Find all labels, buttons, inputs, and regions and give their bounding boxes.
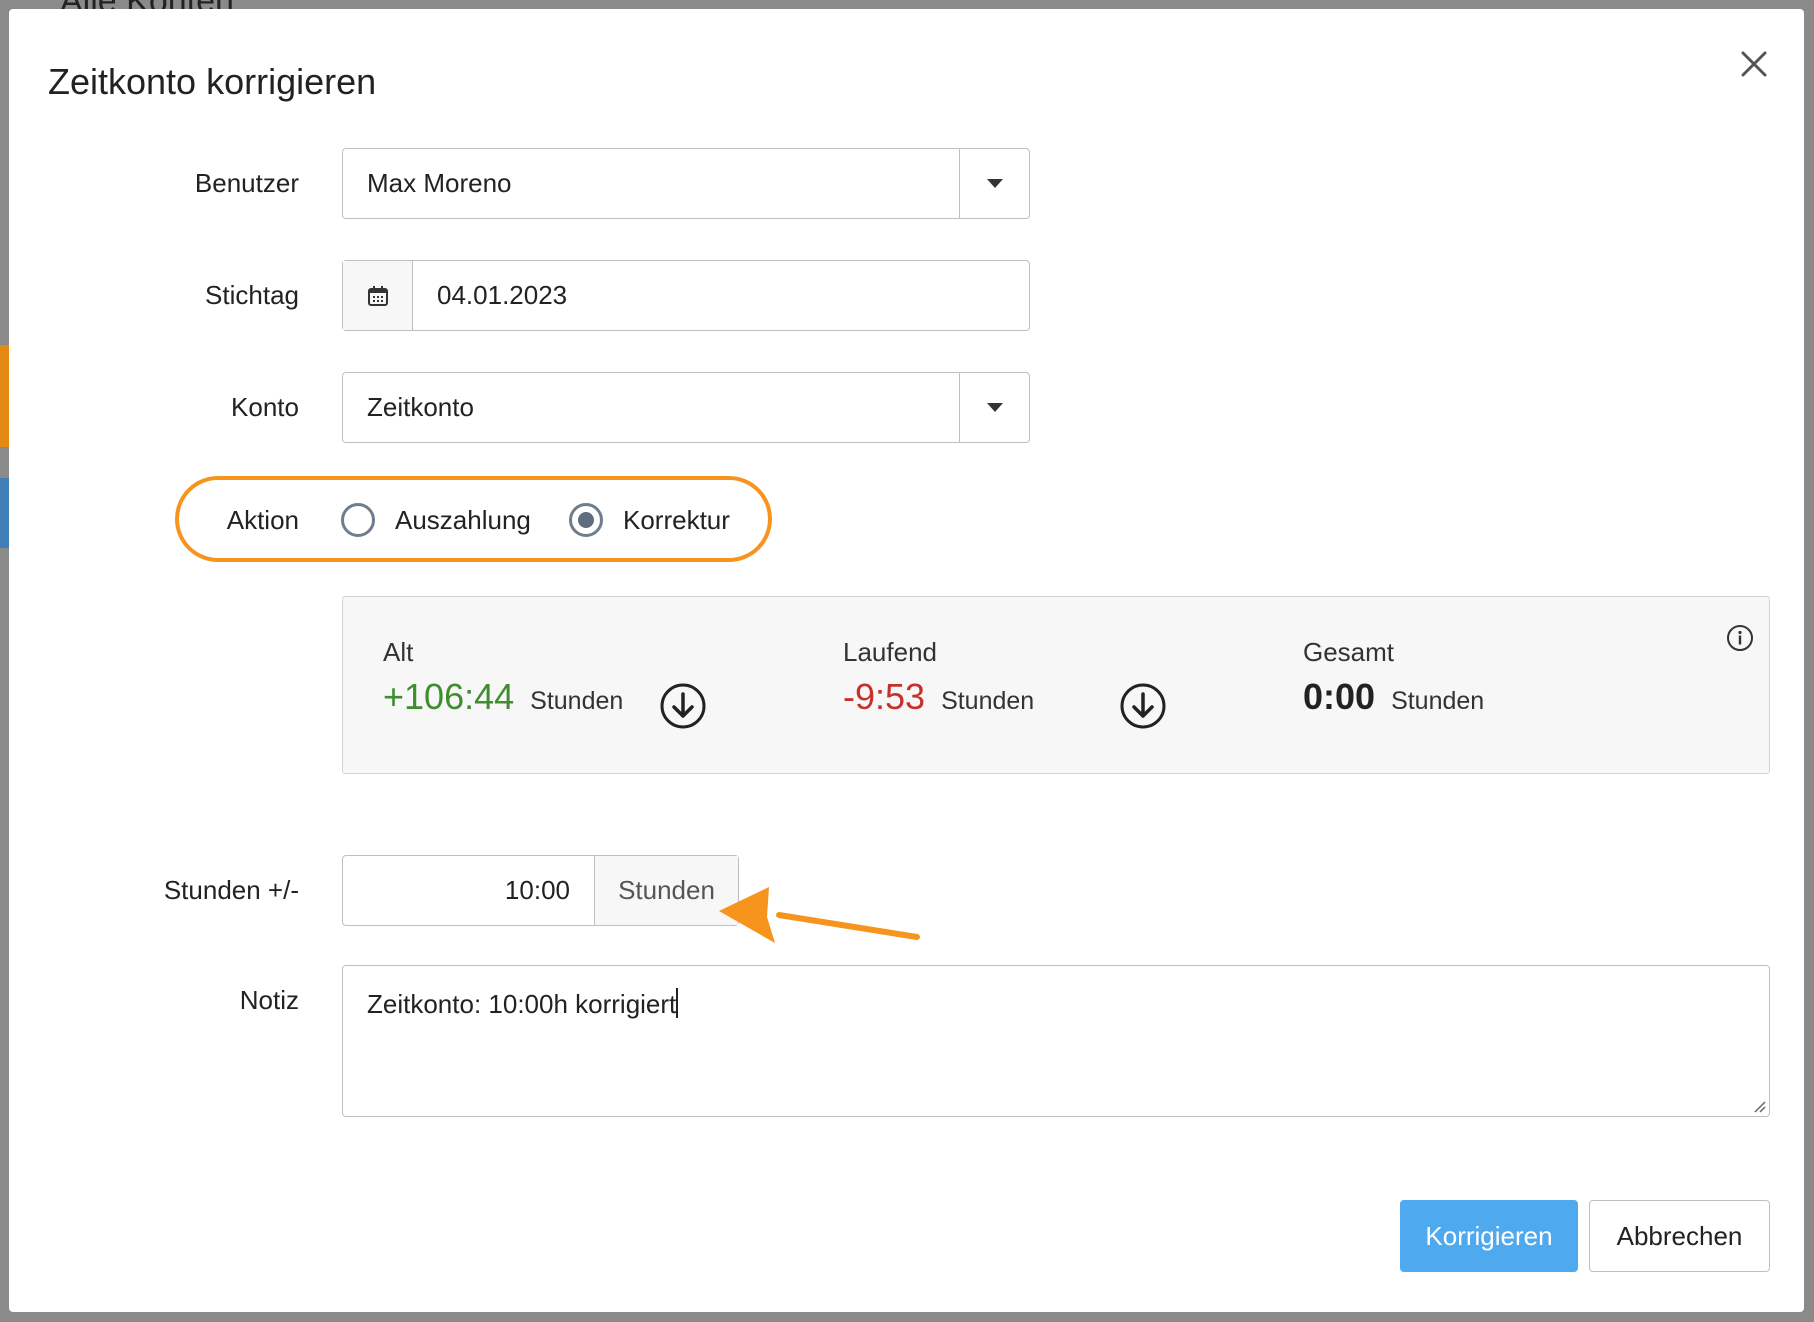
caret-down-icon <box>986 178 1003 188</box>
radio-auszahlung-control[interactable] <box>341 503 375 537</box>
summary-total-label: Gesamt <box>1303 637 1395 667</box>
summary-old-value: +106:44 <box>383 676 515 717</box>
info-icon[interactable] <box>1726 624 1754 652</box>
user-select[interactable]: Max Moreno <box>342 148 1030 219</box>
arrow-down-circle-icon <box>660 683 706 729</box>
correction-dialog: Zeitkonto korrigieren Benutzer Max Moren… <box>9 9 1804 1312</box>
summary-old-label: Alt <box>383 637 414 667</box>
caret-down-icon <box>986 402 1003 412</box>
summary-current-value: -9:53 <box>843 676 926 717</box>
hours-input[interactable]: 10:00 <box>343 856 595 925</box>
summary-current-unit: Stunden <box>941 687 1035 715</box>
summary-total: Gesamt 0:00 Stunden <box>1303 637 1484 718</box>
summary-old: Alt +106:44 Stunden <box>383 637 623 718</box>
hours-label: Stunden +/- <box>163 875 299 905</box>
annotation-arrow-icon <box>719 887 920 943</box>
text-cursor <box>676 988 679 1018</box>
balance-summary: Alt +106:44 Stunden Laufend -9:53 Stunde… <box>342 596 1770 774</box>
account-label: Konto <box>231 392 299 422</box>
summary-old-unit: Stunden <box>530 687 624 715</box>
dialog-title: Zeitkonto korrigieren <box>48 61 377 102</box>
date-value[interactable]: 04.01.2023 <box>413 280 567 311</box>
cancel-button[interactable]: Abbrechen <box>1589 1200 1770 1272</box>
user-select-value: Max Moreno <box>367 168 512 198</box>
user-label: Benutzer <box>194 168 299 198</box>
account-select-value: Zeitkonto <box>367 392 474 422</box>
hours-field[interactable]: 10:00 Stunden <box>342 855 739 926</box>
summary-current-label: Laufend <box>843 637 937 667</box>
summary-current: Laufend -9:53 Stunden <box>843 637 1034 718</box>
summary-total-unit: Stunden <box>1391 687 1485 715</box>
note-text: Zeitkonto: 10:00h korrigiert <box>367 989 677 1019</box>
user-select-toggle[interactable] <box>959 149 1029 218</box>
date-label: Stichtag <box>205 280 299 310</box>
radio-korrektur-label[interactable]: Korrektur <box>623 505 730 536</box>
radio-selected-dot <box>578 512 594 528</box>
arrow-down-circle-icon <box>1120 683 1166 729</box>
resize-grip-icon[interactable] <box>1752 1099 1766 1113</box>
calendar-button[interactable] <box>343 261 413 330</box>
close-button[interactable] <box>1732 42 1776 86</box>
account-select-toggle[interactable] <box>959 373 1029 442</box>
account-select[interactable]: Zeitkonto <box>342 372 1030 443</box>
date-field[interactable]: 04.01.2023 <box>342 260 1030 331</box>
summary-total-value: 0:00 <box>1303 676 1376 717</box>
radio-korrektur[interactable]: Korrektur <box>569 500 730 540</box>
radio-korrektur-control[interactable] <box>569 503 603 537</box>
note-textarea[interactable]: Zeitkonto: 10:00h korrigiert <box>342 965 1770 1117</box>
close-icon <box>1741 51 1767 77</box>
submit-button[interactable]: Korrigieren <box>1400 1200 1578 1272</box>
calendar-icon <box>367 285 388 306</box>
radio-auszahlung-label[interactable]: Auszahlung <box>395 505 531 536</box>
note-label: Notiz <box>239 985 299 1015</box>
action-label: Aktion <box>226 505 299 535</box>
radio-auszahlung[interactable]: Auszahlung <box>341 500 531 540</box>
